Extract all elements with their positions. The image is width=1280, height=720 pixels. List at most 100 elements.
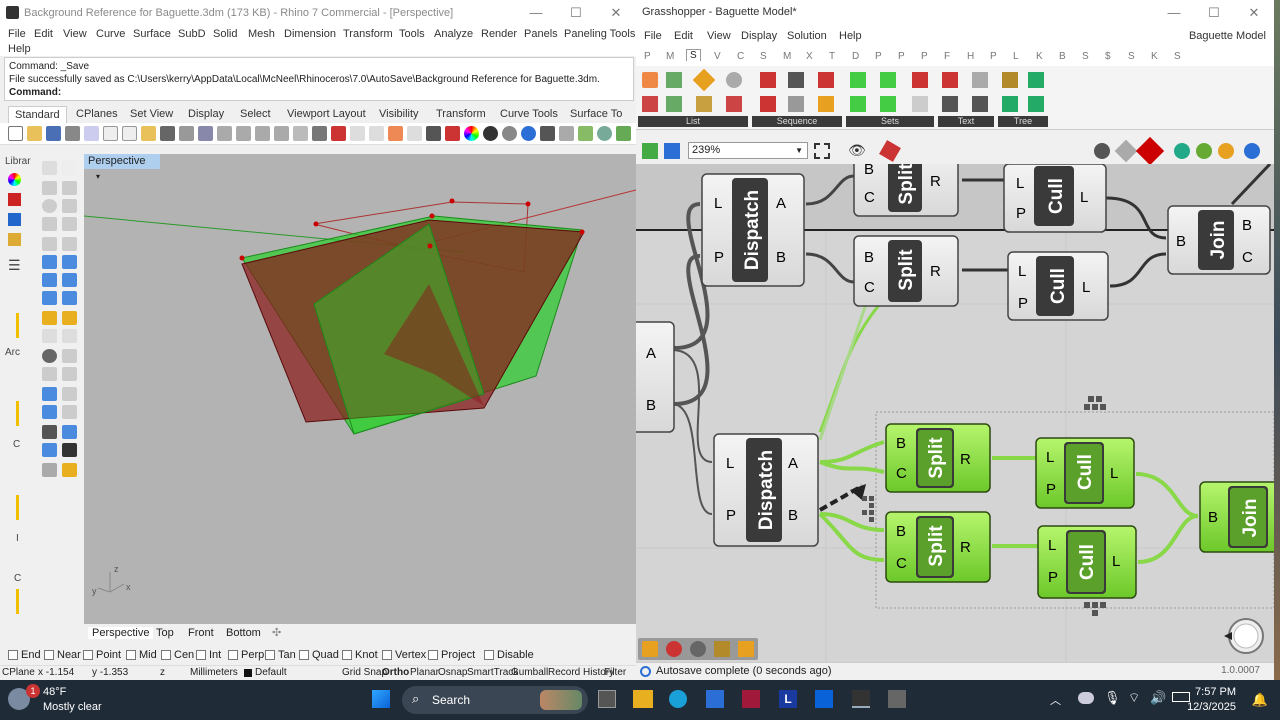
gh-tab[interactable]: L [1013, 51, 1019, 62]
weave-icon[interactable] [726, 96, 742, 112]
widget-icon[interactable] [666, 641, 682, 657]
minimize-icon[interactable]: — [516, 0, 556, 26]
paint-icon[interactable] [62, 463, 77, 477]
align-grip-icon[interactable] [1084, 602, 1106, 616]
transform-icon[interactable] [62, 349, 77, 363]
osnap-perp[interactable]: Perp [228, 649, 264, 661]
align-grip-icon[interactable] [862, 496, 874, 522]
gh-menu-edit[interactable]: Edit [674, 30, 693, 42]
loft-icon[interactable] [62, 291, 77, 305]
gh-tab[interactable]: C [737, 51, 744, 62]
sub-list-icon[interactable] [696, 96, 712, 112]
render-icon[interactable] [42, 463, 57, 477]
store-icon[interactable] [706, 690, 724, 708]
control-point[interactable] [579, 229, 585, 235]
gh-save-icon[interactable] [664, 143, 680, 159]
cplane-icon[interactable] [331, 126, 346, 141]
osnap-tan[interactable]: Tan [265, 649, 296, 661]
close-icon[interactable]: ✕ [596, 0, 636, 26]
osnap-int[interactable]: Int [196, 649, 221, 661]
bulb-icon[interactable] [407, 126, 422, 141]
color-icon[interactable] [8, 173, 21, 186]
side-label-library[interactable]: Librar [5, 156, 31, 167]
cull-component-top[interactable]: Cull L P L [1003, 164, 1107, 233]
difference-icon[interactable] [880, 72, 896, 88]
vp-tab-bottom[interactable]: Bottom [226, 627, 261, 639]
toggle-grid-snap[interactable]: Grid Snap [342, 667, 387, 678]
array-icon[interactable] [42, 387, 57, 401]
status-units[interactable]: Millimeters [190, 667, 238, 678]
gh-tab[interactable]: S [760, 51, 767, 62]
four-view-icon[interactable] [312, 126, 327, 141]
command-prompt[interactable]: Command: [9, 86, 629, 99]
explode-icon[interactable] [62, 425, 77, 439]
gh-tab[interactable]: S [1082, 51, 1089, 62]
canvas-navigator-icon[interactable] [1224, 618, 1264, 654]
freeform-icon[interactable] [62, 237, 77, 251]
outlook-icon[interactable] [815, 690, 833, 708]
rotate-view-icon[interactable] [198, 126, 213, 141]
menu-solid[interactable]: Solid [213, 28, 237, 40]
wireframe-sphere-icon[interactable] [483, 126, 498, 141]
shaded-sphere-icon[interactable] [502, 126, 517, 141]
layer-panel-icon[interactable] [8, 193, 21, 206]
taskbar-time[interactable]: 7:57 PM [1195, 686, 1236, 698]
fillet-icon[interactable] [62, 311, 77, 325]
split-component-selected-1[interactable]: Split B C R [885, 423, 991, 493]
osnap-mid[interactable]: Mid [126, 649, 157, 661]
box-icon[interactable] [42, 273, 57, 287]
join-component-top[interactable]: Join B B C [1167, 205, 1271, 275]
gh-tab-sets[interactable]: S [686, 49, 701, 61]
gh-menu-view[interactable]: View [707, 30, 731, 42]
toggle-gumball[interactable]: Gumball [511, 667, 548, 678]
preview-shaded-icon[interactable] [1135, 136, 1165, 166]
gh-tab[interactable]: D [852, 51, 859, 62]
gumball-icon[interactable] [42, 349, 57, 363]
tab-cplanes[interactable]: CPlanes [76, 108, 118, 120]
gh-tab[interactable]: B [1059, 51, 1066, 62]
mesh-icon[interactable] [42, 291, 57, 305]
weather-temp[interactable]: 48°F [43, 686, 66, 698]
analyze-icon[interactable] [42, 443, 57, 457]
gh-tab[interactable]: S [1128, 51, 1135, 62]
gh-tab[interactable]: P [921, 51, 928, 62]
microphone-icon[interactable]: 🎙 [1104, 690, 1121, 706]
text-length-icon[interactable] [972, 96, 988, 112]
cull-component-selected-2[interactable]: Cull L P L [1037, 525, 1137, 599]
arc-icon[interactable] [42, 217, 57, 231]
trim-icon[interactable] [42, 367, 57, 381]
vp-tab-top[interactable]: Top [156, 627, 174, 639]
osnap-point[interactable]: Point [83, 649, 121, 661]
cloud-icon[interactable] [1078, 692, 1094, 704]
maximize-icon[interactable]: ☐ [556, 0, 596, 26]
preview-off-icon[interactable] [1114, 139, 1138, 163]
gh-document-name[interactable]: Baguette Model [1189, 30, 1266, 42]
add-tab-icon[interactable]: ✣ [272, 626, 281, 639]
curve-icon[interactable] [62, 181, 77, 195]
polygon-icon[interactable] [42, 237, 57, 251]
select-arrow-icon[interactable] [42, 161, 57, 175]
cull-pattern-icon[interactable] [760, 72, 776, 88]
gh-tab[interactable]: T [829, 51, 835, 62]
preview-material-icon[interactable] [1218, 143, 1234, 159]
join-icon[interactable] [62, 405, 77, 419]
zoom-level-dropdown[interactable]: 239% ▼ [688, 142, 808, 159]
gh-menu-solution[interactable]: Solution [787, 30, 827, 42]
menu-paneling-tools[interactable]: Paneling Tools [564, 28, 635, 40]
duplicate-icon[interactable] [788, 96, 804, 112]
app-l-icon[interactable]: L [779, 690, 797, 708]
ribbon-group-sequence[interactable]: Sequence [752, 116, 842, 127]
grasshopper-icon[interactable] [616, 126, 631, 141]
osnap-disable[interactable]: Disable [484, 649, 534, 661]
align-grip-icon[interactable] [1084, 396, 1106, 410]
reverse-list-icon[interactable] [642, 96, 658, 112]
graft-tree-icon[interactable] [1002, 72, 1018, 88]
library-icon[interactable] [8, 233, 21, 246]
render-sphere-icon[interactable] [521, 126, 536, 141]
texture-icon[interactable] [540, 126, 555, 141]
wifi-icon[interactable]: ⌔ [1128, 690, 1140, 706]
import-icon[interactable] [84, 126, 99, 141]
viewport-title[interactable]: Perspective ▾ [84, 154, 160, 181]
zoom-window-icon[interactable] [236, 126, 251, 141]
weather-desc[interactable]: Mostly clear [43, 701, 102, 713]
